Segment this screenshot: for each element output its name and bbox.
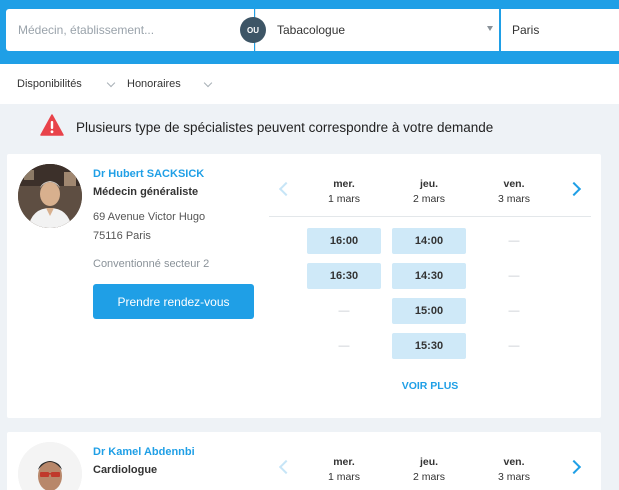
filter-bar: Disponibilités Honoraires xyxy=(0,64,619,104)
day-name: mer. xyxy=(333,456,355,468)
doctor-address-street: 69 Avenue Victor Hugo xyxy=(93,211,206,223)
doctor-name-link[interactable]: Dr Kamel Abdennbi xyxy=(93,446,195,458)
caret-down-icon xyxy=(487,26,493,31)
location-value: Paris xyxy=(512,23,540,37)
doctor-convention: Conventionné secteur 2 xyxy=(93,258,210,270)
day-header: mer. 1 mars xyxy=(307,456,381,483)
day-header: jeu. 2 mars xyxy=(392,178,466,205)
filter-availability[interactable]: Disponibilités xyxy=(17,64,116,104)
chevron-down-icon xyxy=(106,78,116,87)
doctor-card: Dr Kamel Abdennbi Cardiologue mer. 1 mar… xyxy=(7,432,601,490)
doctor-address-city: 75116 Paris xyxy=(93,230,151,242)
day-header: mer. 1 mars xyxy=(307,178,381,205)
day-date: 1 mars xyxy=(327,471,361,483)
day-name: jeu. xyxy=(419,178,439,190)
specialist-warning: Plusieurs type de spécialistes peuvent c… xyxy=(0,110,619,146)
empty-slot: — xyxy=(508,235,520,247)
day-date: 2 mars xyxy=(412,471,446,483)
time-slot[interactable]: 15:00 xyxy=(392,298,466,324)
chevron-left-icon[interactable] xyxy=(278,181,294,197)
doctor-photo-icon xyxy=(18,164,82,228)
day-header: ven. 3 mars xyxy=(477,456,551,483)
see-more-link[interactable]: VOIR PLUS xyxy=(269,380,591,392)
empty-slot: — xyxy=(508,305,520,317)
filter-fees-label: Honoraires xyxy=(127,78,181,90)
doctor-specialty: Cardiologue xyxy=(93,464,158,476)
warning-text: Plusieurs type de spécialistes peuvent c… xyxy=(76,120,494,135)
time-slot[interactable]: 16:30 xyxy=(307,263,381,289)
doctor-photo-icon xyxy=(18,442,82,490)
or-separator-badge: OU xyxy=(240,17,266,43)
doctor-avatar[interactable] xyxy=(18,442,82,490)
search-bar: OU Tabacologue Paris xyxy=(0,0,619,64)
day-header: jeu. 2 mars xyxy=(392,456,466,483)
day-name: jeu. xyxy=(419,456,439,468)
filter-availability-label: Disponibilités xyxy=(17,78,82,90)
filter-fees[interactable]: Honoraires xyxy=(127,64,213,104)
empty-slot: — xyxy=(338,305,350,317)
location-input[interactable]: Paris xyxy=(501,9,619,51)
time-slot[interactable]: 16:00 xyxy=(307,228,381,254)
doctor-card: Dr Hubert SACKSICK Médecin généraliste 6… xyxy=(7,154,601,418)
specialty-select[interactable]: Tabacologue xyxy=(255,9,499,51)
chevron-right-icon[interactable] xyxy=(566,181,582,197)
day-name: ven. xyxy=(503,178,525,190)
doctor-specialty: Médecin généraliste xyxy=(93,186,199,198)
empty-slot: — xyxy=(338,340,350,352)
warning-triangle-icon xyxy=(40,114,64,136)
search-input-wrapper[interactable] xyxy=(6,9,254,51)
time-slot[interactable]: 14:30 xyxy=(392,263,466,289)
chevron-down-icon xyxy=(203,78,213,87)
time-slot[interactable]: 14:00 xyxy=(392,228,466,254)
search-input[interactable] xyxy=(6,9,254,51)
time-slot[interactable]: 15:30 xyxy=(392,333,466,359)
empty-slot: — xyxy=(508,270,520,282)
day-name: ven. xyxy=(503,456,525,468)
day-name: mer. xyxy=(333,178,355,190)
chevron-right-icon[interactable] xyxy=(566,459,582,475)
specialty-value: Tabacologue xyxy=(277,23,346,37)
chevron-left-icon[interactable] xyxy=(278,459,294,475)
doctor-avatar[interactable] xyxy=(18,164,82,228)
day-header: ven. 3 mars xyxy=(477,178,551,205)
empty-slot: — xyxy=(508,340,520,352)
calendar-divider xyxy=(269,216,591,217)
day-date: 2 mars xyxy=(412,193,446,205)
doctor-name-link[interactable]: Dr Hubert SACKSICK xyxy=(93,168,204,180)
day-date: 3 mars xyxy=(497,471,531,483)
day-date: 1 mars xyxy=(327,193,361,205)
book-appointment-button[interactable]: Prendre rendez-vous xyxy=(93,284,254,319)
day-date: 3 mars xyxy=(497,193,531,205)
